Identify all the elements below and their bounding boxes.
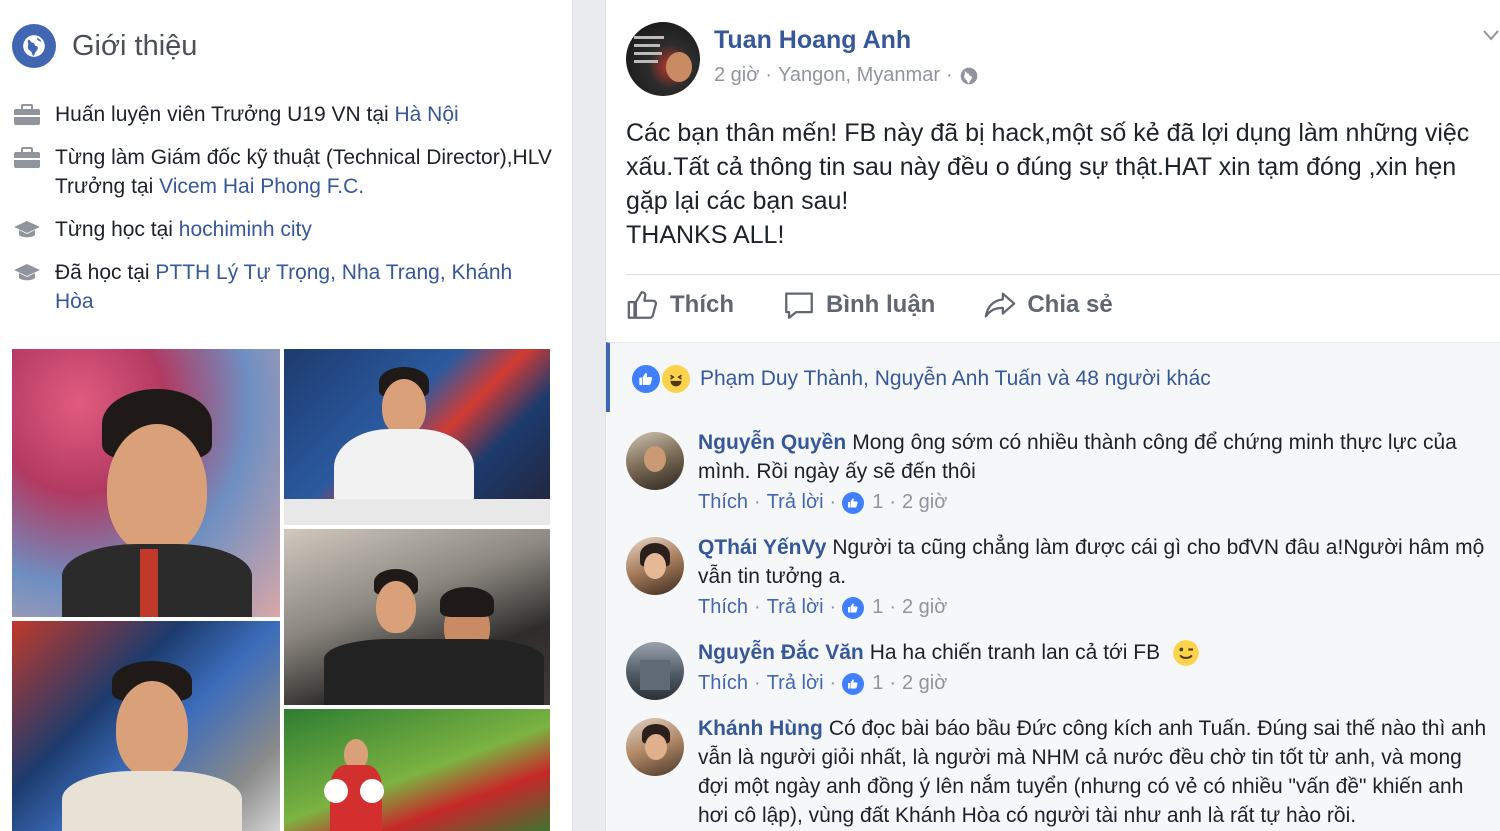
photo-stadium-interview[interactable]	[12, 621, 280, 831]
globe-privacy-icon[interactable]	[959, 66, 979, 86]
comment-body: Khánh Hùng Có đọc bài báo bầu Đức công kí…	[698, 714, 1488, 830]
intro-item-text: Huấn luyện viên Trưởng U19 VN tại	[55, 103, 395, 126]
post-text: Các bạn thân mến! FB này đã bị hack,một …	[626, 116, 1496, 252]
photo-grid	[12, 349, 552, 831]
divider	[626, 274, 1500, 275]
wink-emoji-icon	[1173, 640, 1199, 667]
like-count-icon	[842, 491, 865, 514]
post-actions: Thích Bình luận Chia sẻ	[626, 288, 1161, 322]
reactions-summary[interactable]: Phạm Duy Thành, Nguyễn Anh Tuấn và 48 ng…	[630, 363, 1211, 395]
comment-footer: Thích · Trả lời · 1 · 2 giờ	[698, 669, 1488, 698]
post-text-line: Các bạn thân mến! FB này đã bị hack,một …	[626, 119, 1470, 147]
intro-item-work-current: Huấn luyện viên Trưởng U19 VN tại Hà Nội	[12, 100, 552, 129]
reactions-bar: Phạm Duy Thành, Nguyễn Anh Tuấn và 48 ng…	[606, 342, 1500, 413]
photo-press-conference[interactable]	[284, 349, 550, 525]
comment-like-link[interactable]: Thích	[698, 593, 748, 622]
post-meta: 2 giờ · Yangon, Myanmar ·	[714, 64, 979, 87]
haha-reaction-icon	[660, 363, 692, 395]
commenter-avatar[interactable]	[626, 432, 684, 490]
comment-like-count[interactable]: 1	[872, 488, 883, 517]
commenter-avatar[interactable]	[626, 642, 684, 700]
intro-title: Giới thiệu	[72, 29, 198, 62]
post-location[interactable]: Yangon, Myanmar	[778, 64, 940, 87]
intro-item-text: Từng học tại	[55, 218, 179, 241]
author-avatar[interactable]	[626, 22, 700, 96]
comment-time[interactable]: 2 giờ	[902, 488, 947, 517]
intro-item-education-1: Từng học tại hochiminh city	[12, 215, 552, 244]
comment-body: Nguyễn Quyền Mong ông sớm có nhiều thành …	[698, 428, 1488, 517]
share-icon	[985, 292, 1016, 318]
comments-section: Nguyễn Quyền Mong ông sớm có nhiều thành …	[606, 412, 1500, 831]
comment-footer: Thích · Trả lời · 1 · 2 giờ	[698, 488, 1488, 517]
intro-item-link[interactable]: Vicem Hai Phong F.C.	[159, 175, 364, 198]
commenter-name[interactable]: QThái YếnVy	[698, 536, 826, 559]
intro-item-link[interactable]: Hà Nội	[395, 103, 459, 126]
photo-meeting[interactable]	[284, 529, 550, 705]
commenter-avatar[interactable]	[626, 718, 684, 776]
post-text-line: gặp lại các bạn sau!	[626, 187, 849, 215]
author-name[interactable]: Tuan Hoang Anh	[714, 26, 911, 55]
like-reaction-icon	[630, 363, 662, 395]
photo-painting[interactable]	[12, 349, 280, 617]
meta-separator: ·	[945, 64, 953, 86]
comment-like-count[interactable]: 1	[872, 593, 883, 622]
share-button[interactable]: Chia sẻ	[983, 288, 1113, 322]
briefcase-icon	[12, 100, 42, 129]
commenter-name[interactable]: Nguyễn Quyền	[698, 431, 846, 454]
intro-list: Huấn luyện viên Trưởng U19 VN tại Hà Nội…	[12, 100, 552, 330]
post-text-line: THANKS ALL!	[626, 221, 785, 249]
comment-like-count[interactable]: 1	[872, 669, 883, 698]
comment-icon	[785, 292, 813, 319]
photo-training[interactable]	[284, 709, 550, 831]
share-label: Chia sẻ	[1027, 291, 1113, 318]
like-count-icon	[842, 596, 865, 619]
post-time[interactable]: 2 giờ	[714, 64, 759, 87]
post-card: Tuan Hoang Anh 2 giờ · Yangon, Myanmar ·…	[605, 0, 1500, 831]
comment-reply-link[interactable]: Trả lời	[767, 593, 824, 622]
reactions-names[interactable]: Phạm Duy Thành, Nguyễn Anh Tuấn và 48 ng…	[700, 367, 1211, 391]
chevron-down-icon[interactable]	[1483, 28, 1499, 42]
intro-item-text: Đã học tại	[55, 261, 156, 284]
intro-item-work-past: Từng làm Giám đốc kỹ thuật (Technical Di…	[12, 143, 552, 201]
intro-card: Giới thiệu Huấn luyện viên Trưởng U19 VN…	[0, 0, 573, 831]
like-count-icon	[842, 672, 865, 695]
commenter-name[interactable]: Nguyễn Đắc Văn	[698, 641, 864, 664]
comment-body: QThái YếnVy Người ta cũng chẳng làm được …	[698, 533, 1488, 622]
comment-time[interactable]: 2 giờ	[902, 669, 947, 698]
comment-label: Bình luận	[826, 291, 936, 318]
comment-reply-link[interactable]: Trả lời	[767, 669, 824, 698]
comment-time[interactable]: 2 giờ	[902, 593, 947, 622]
post-text-line: xấu.Tất cả thông tin sau này đều o đúng …	[626, 153, 1457, 181]
graduation-cap-icon	[12, 258, 42, 287]
like-button[interactable]: Thích	[626, 288, 734, 322]
comment-footer: Thích · Trả lời · 1 · 2 giờ	[698, 593, 1488, 622]
meta-separator: ·	[765, 64, 773, 86]
intro-item-education-2: Đã học tại PTTH Lý Tự Trọng, Nha Trang, …	[12, 258, 552, 316]
commenter-name[interactable]: Khánh Hùng	[698, 717, 823, 740]
briefcase-icon	[12, 143, 42, 172]
globe-icon	[12, 24, 56, 68]
graduation-cap-icon	[12, 215, 42, 244]
like-label: Thích	[670, 291, 734, 318]
intro-header: Giới thiệu	[12, 24, 197, 68]
thumbs-up-icon	[627, 291, 658, 319]
comment-button[interactable]: Bình luận	[782, 288, 935, 322]
comment-like-link[interactable]: Thích	[698, 488, 748, 517]
comment-text: Ha ha chiến tranh lan cả tới FB	[869, 641, 1161, 664]
comment-like-link[interactable]: Thích	[698, 669, 748, 698]
intro-item-link[interactable]: hochiminh city	[179, 218, 312, 241]
comment-body: Nguyễn Đắc Văn Ha ha chiến tranh lan cả t…	[698, 638, 1488, 698]
comment-reply-link[interactable]: Trả lời	[767, 488, 824, 517]
commenter-avatar[interactable]	[626, 537, 684, 595]
